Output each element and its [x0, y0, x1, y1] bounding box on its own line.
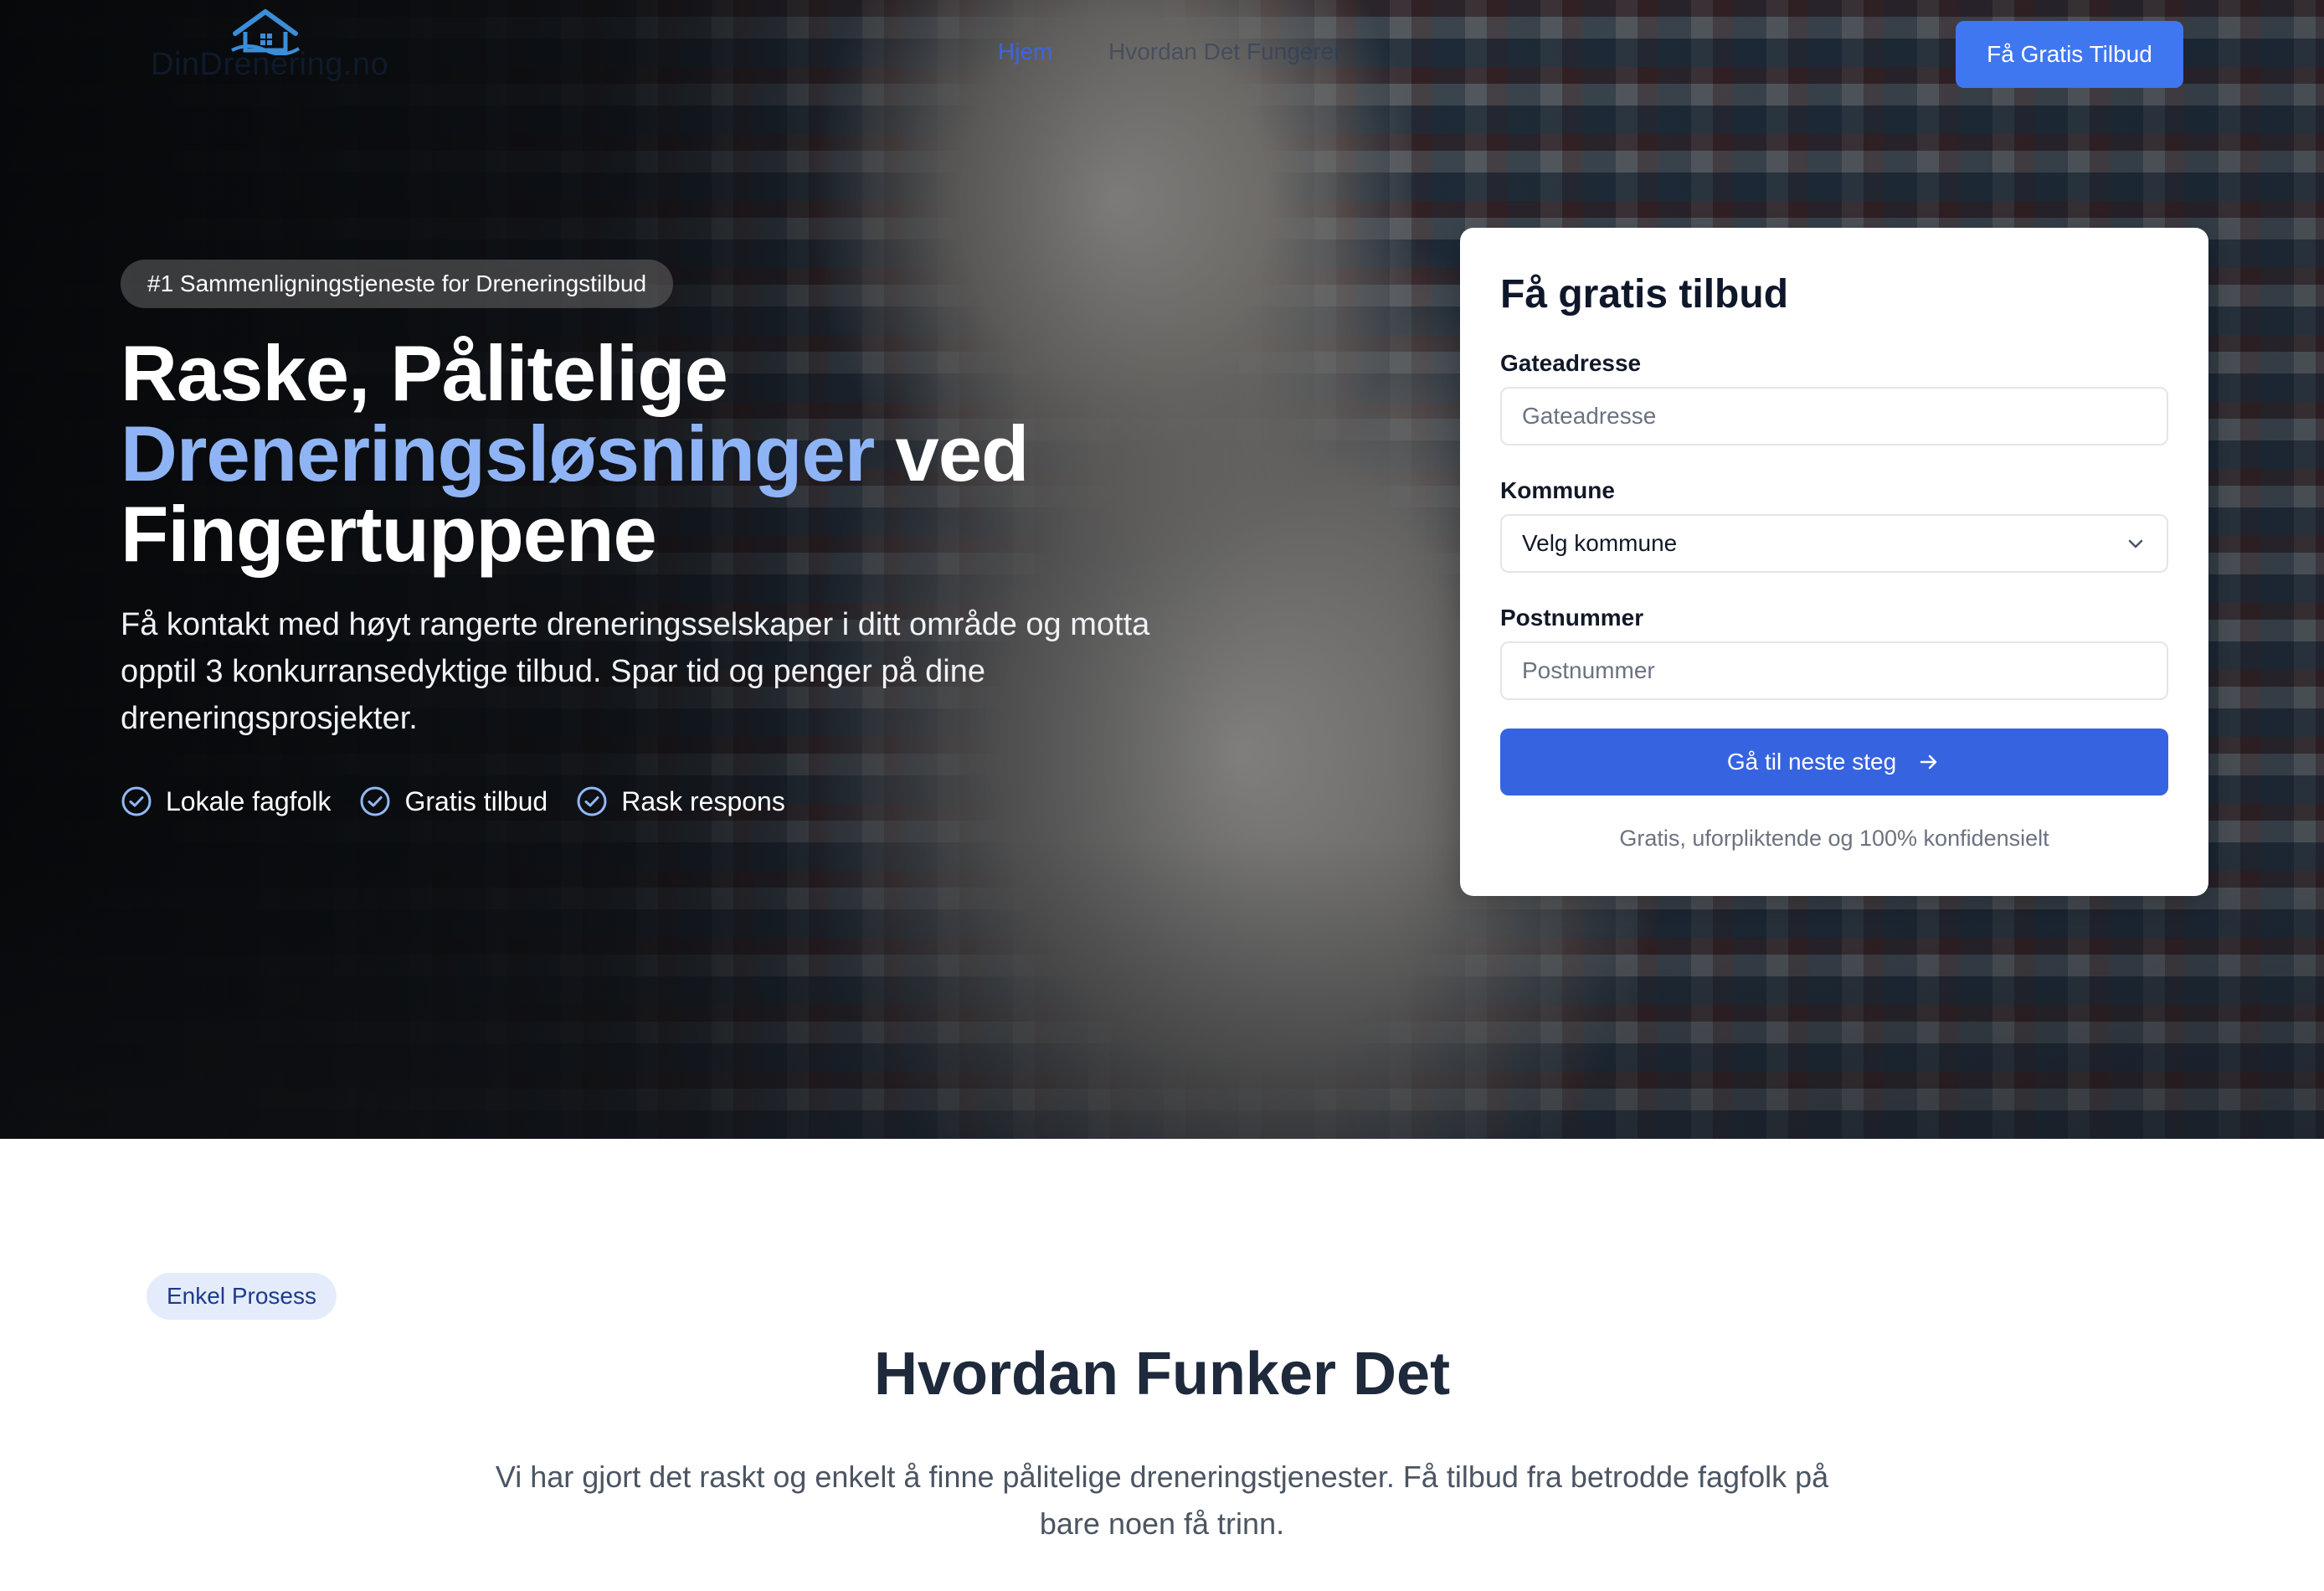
next-step-label: Gå til neste steg: [1726, 749, 1897, 775]
postcode-label: Postnummer: [1500, 605, 1644, 631]
headline-line-3: Fingertuppene: [121, 490, 657, 578]
logo-text: DinDrenering.no: [151, 47, 389, 82]
chevron-down-icon: [2128, 539, 2143, 548]
postcode-input[interactable]: [1500, 641, 2168, 700]
municipality-select[interactable]: Velg kommune: [1500, 514, 2168, 573]
headline-line-2-tail: ved: [874, 409, 1029, 497]
hero-headline: Raske, Pålitelige Dreneringsløsninger ve…: [121, 333, 1209, 574]
process-badge: Enkel Prosess: [147, 1273, 337, 1320]
municipality-label: Kommune: [1500, 477, 1615, 503]
feature-label: Lokale fagfolk: [166, 785, 332, 816]
arrow-right-icon: [1920, 754, 1937, 770]
nav-link-how-it-works[interactable]: Hvordan Det Fungerer: [1108, 39, 1342, 65]
how-it-works-title: Hvordan Funker Det: [873, 1341, 1451, 1408]
how-it-works-text: Vi har gjort det raskt og enkelt å finne…: [495, 1460, 1829, 1541]
street-address-input[interactable]: [1500, 387, 2168, 445]
headline-line-1: Raske, Pålitelige: [121, 329, 728, 417]
check-circle-icon: [121, 786, 152, 816]
next-step-button[interactable]: Gå til neste steg: [1500, 729, 2168, 796]
check-circle-icon: [577, 786, 607, 816]
headline-accent: Dreneringsløsninger: [121, 409, 875, 497]
feature-item: Rask respons: [576, 785, 785, 817]
feature-label: Rask respons: [621, 785, 785, 816]
municipality-selected-value: Velg kommune: [1522, 530, 1678, 556]
site-logo[interactable]: DinDrenering.no: [151, 8, 402, 92]
quote-form-card: Få gratis tilbud Gateadresse Kommune Vel…: [1460, 228, 2208, 896]
form-title: Få gratis tilbud: [1500, 272, 1789, 317]
form-note: Gratis, uforpliktende og 100% konfidensi…: [1619, 826, 2049, 851]
feature-list: Lokale fagfolk Gratis tilbud Rask respon…: [121, 785, 785, 817]
nav-link-home[interactable]: Hjem: [998, 39, 1052, 65]
feature-label: Gratis tilbud: [404, 785, 548, 816]
check-circle-icon: [360, 786, 390, 816]
top-navigation: DinDrenering.no Hjem Hvordan Det Fungere…: [0, 0, 2324, 109]
feature-item: Gratis tilbud: [359, 785, 548, 817]
street-label: Gateadresse: [1500, 350, 1642, 376]
get-free-quote-button[interactable]: Få Gratis Tilbud: [1956, 21, 2183, 88]
feature-item: Lokale fagfolk: [121, 785, 331, 817]
hero-subtext: Få kontakt med høyt rangerte dreneringss…: [121, 607, 1150, 736]
hero-badge: #1 Sammenligningstjeneste for Drenerings…: [121, 260, 674, 308]
